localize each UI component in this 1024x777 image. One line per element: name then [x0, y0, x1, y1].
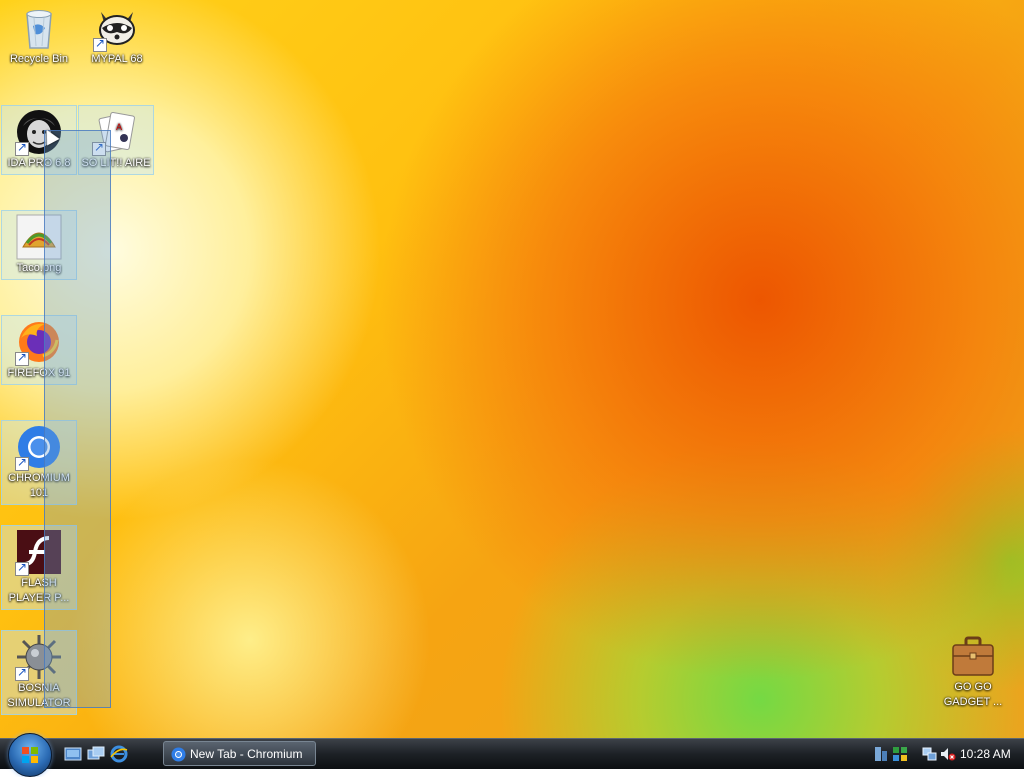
desktop-icon-mypal[interactable]: MYPAL 68: [79, 2, 155, 67]
desktop-icon-label: Recycle Bin: [9, 53, 69, 65]
desktop[interactable]: Recycle Bin MYPAL 68: [0, 0, 1024, 738]
raccoon-icon: [93, 4, 141, 52]
shortcut-arrow-icon: [15, 455, 29, 471]
recycle-bin-icon: [15, 4, 63, 52]
taskbar-button-chromium[interactable]: New Tab - Chromium: [163, 741, 316, 766]
start-button[interactable]: [8, 733, 52, 777]
shortcut-arrow-icon: [15, 140, 29, 156]
shortcut-arrow-icon: [93, 36, 107, 52]
network-icon[interactable]: [922, 746, 938, 762]
internet-explorer-icon[interactable]: [110, 745, 128, 763]
windows-update-icon[interactable]: [892, 746, 908, 762]
notification-area: 10:28 AM: [870, 739, 1024, 769]
shortcut-arrow-icon: [15, 665, 29, 681]
windows-logo-icon: [22, 747, 38, 763]
desktop-icon-label: GO GO GADGET ...: [943, 681, 1003, 708]
desktop-icon-recycle-bin[interactable]: Recycle Bin: [1, 2, 77, 67]
tray-app-icon[interactable]: [874, 746, 888, 762]
shortcut-arrow-icon: [15, 350, 29, 366]
show-desktop-icon[interactable]: [64, 745, 82, 763]
briefcase-icon: [949, 632, 997, 680]
selection-rectangle: [44, 130, 111, 708]
chromium-icon: [171, 747, 186, 762]
shortcut-arrow-icon: [15, 560, 29, 576]
svg-text:A: A: [116, 123, 123, 133]
taskbar-button-label: New Tab - Chromium: [190, 747, 303, 761]
volume-muted-icon[interactable]: [940, 746, 956, 762]
taskbar: New Tab - Chromium 10:28 AM: [0, 733, 1024, 777]
system-clock[interactable]: 10:28 AM: [960, 739, 1011, 769]
desktop-icon-label: MYPAL 68: [91, 53, 143, 65]
desktop-icon-go-go-gadget[interactable]: GO GO GADGET ...: [935, 630, 1011, 710]
switch-windows-icon[interactable]: [87, 745, 105, 763]
